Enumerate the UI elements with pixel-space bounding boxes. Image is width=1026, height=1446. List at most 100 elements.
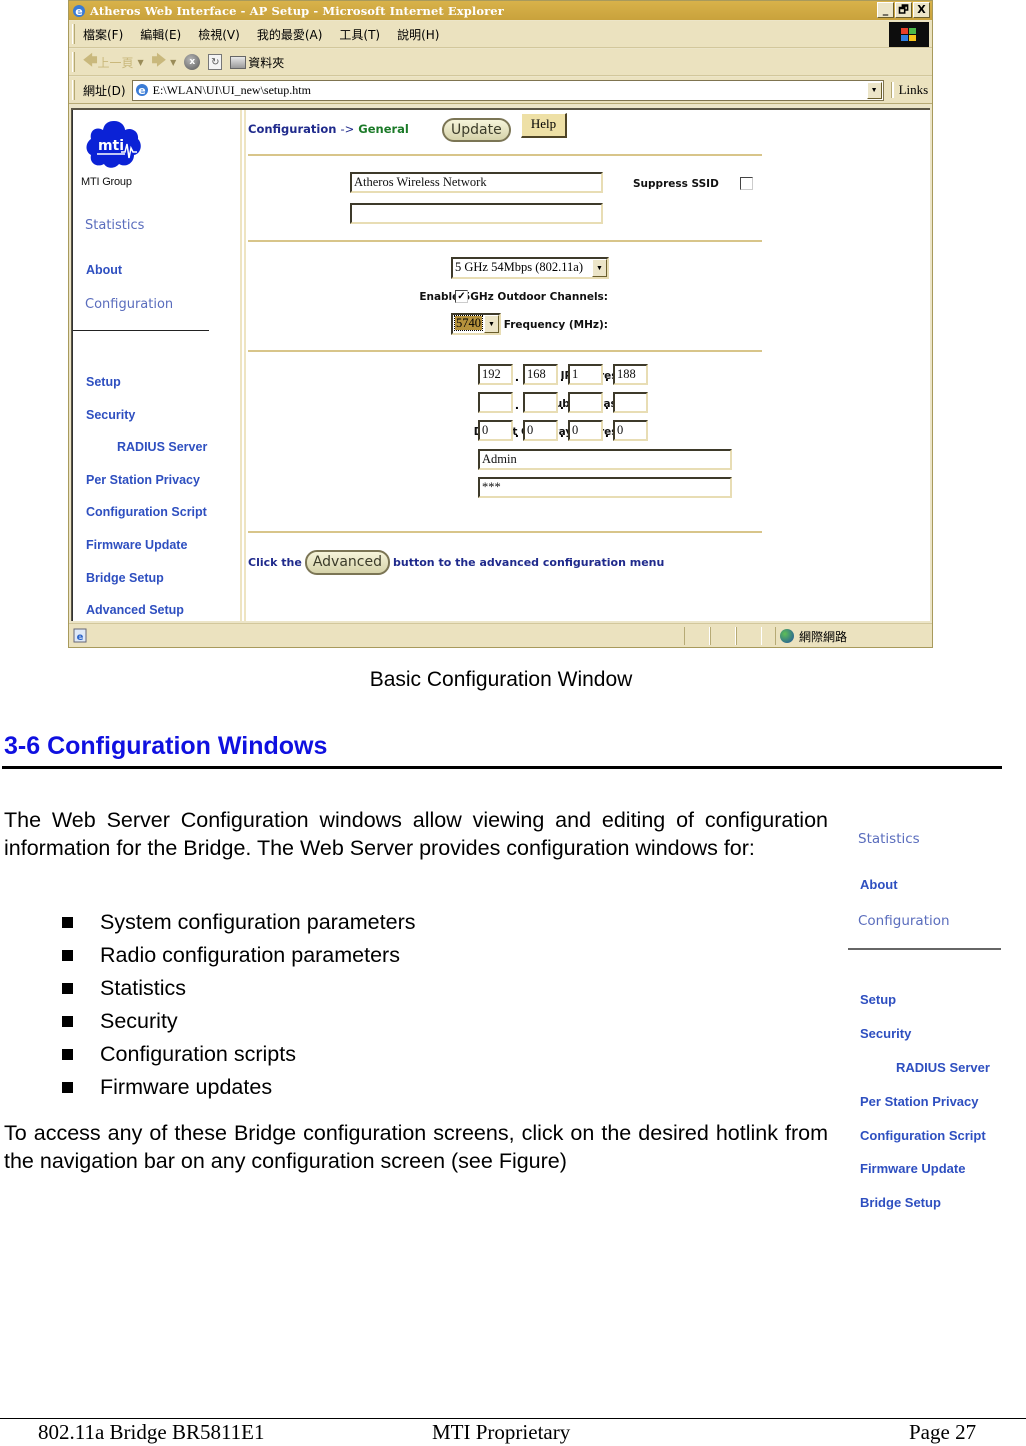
menu-file[interactable]: 檔案(F) [83, 26, 123, 43]
system-name-input[interactable] [350, 203, 603, 224]
folders-button[interactable]: 資料夾 [230, 54, 284, 71]
nav-advanced-setup[interactable]: Advanced Setup [86, 603, 184, 617]
suppress-ssid-checkbox[interactable] [740, 177, 753, 190]
nav-configuration-script[interactable]: Configuration Script [86, 505, 207, 519]
password-input[interactable]: *** [478, 477, 732, 498]
section-divider [248, 350, 762, 352]
gateway-octet-3[interactable]: 0 [568, 420, 603, 441]
menu-bar: 檔案(F) 編輯(E) 檢視(V) 我的最愛(A) 工具(T) 說明(H) [69, 21, 932, 48]
ssid-input[interactable]: Atheros Wireless Network [350, 172, 603, 193]
window-title: Atheros Web Interface - AP Setup - Micro… [90, 3, 504, 18]
radio-frequency-select[interactable]: 5740 ▼ [451, 313, 501, 335]
folders-label: 資料夾 [248, 55, 285, 70]
help-button[interactable]: Help [521, 113, 567, 138]
toolbar-grip[interactable] [72, 52, 75, 72]
list-item: Statistics [62, 972, 415, 1005]
nav-bar-figure: Statistics About Configuration Setup Sec… [848, 820, 1008, 1230]
advanced-hint-suffix: button to the advanced configuration men… [393, 556, 665, 569]
figure-caption: Basic Configuration Window [369, 668, 633, 691]
page-viewport: mti MTI Group Statistics About Configura… [71, 108, 930, 621]
square-bullet-icon [62, 1049, 73, 1060]
menu-favorites[interactable]: 我的最愛(A) [257, 26, 323, 43]
nav-setup[interactable]: Setup [86, 375, 121, 389]
status-panel [736, 627, 762, 645]
nav-per-station-privacy[interactable]: Per Station Privacy [86, 473, 200, 487]
subnet-octet-1[interactable] [478, 392, 513, 413]
mti-logo-icon: mti [86, 121, 141, 168]
nav-bridge-setup[interactable]: Bridge Setup [86, 571, 164, 585]
figure-nav-about: About [860, 877, 898, 892]
dropdown-arrow-icon[interactable]: ▼ [170, 58, 176, 67]
forward-button[interactable]: 🡆 ▼ [152, 50, 177, 74]
close-button[interactable]: X [913, 2, 930, 18]
username-input[interactable]: Admin [478, 449, 732, 470]
subnet-octet-4[interactable] [613, 392, 648, 413]
security-zone: 網際網路 [775, 627, 847, 645]
ip-octet-1[interactable]: 192 [478, 364, 513, 385]
gateway-octet-4[interactable]: 0 [613, 420, 648, 441]
dropdown-arrow-icon[interactable]: ▼ [137, 58, 143, 67]
address-dropdown-icon[interactable]: ▼ [866, 81, 882, 99]
ie-icon: e [73, 4, 85, 18]
list-item-text: Configuration scripts [100, 1042, 296, 1066]
list-item: Security [62, 1005, 415, 1038]
feature-list: System configuration parameters Radio co… [62, 906, 415, 1104]
nav-security[interactable]: Security [86, 408, 135, 422]
figure-nav-radius-server: RADIUS Server [896, 1060, 990, 1075]
square-bullet-icon [62, 950, 73, 961]
outro-paragraph: To access any of these Bridge configurat… [4, 1121, 828, 1173]
wireless-mode-select[interactable]: 5 GHz 54Mbps (802.11a) ▼ [451, 257, 609, 279]
advanced-button[interactable]: Advanced [304, 550, 390, 575]
stop-button[interactable]: x [184, 54, 201, 70]
ip-octet-3[interactable]: 1 [568, 364, 603, 385]
list-item: System configuration parameters [62, 906, 415, 939]
nav-statistics[interactable]: Statistics [85, 218, 144, 233]
octet-separator: . [515, 368, 519, 384]
subnet-octet-3[interactable] [568, 392, 603, 413]
section-heading: 3-6 Configuration Windows [4, 732, 328, 760]
gateway-octet-1[interactable]: 0 [478, 420, 513, 441]
menu-view[interactable]: 檢視(V) [198, 26, 240, 43]
nav-configuration[interactable]: Configuration [85, 297, 173, 312]
footer-rule [0, 1418, 1026, 1419]
list-item: Firmware updates [62, 1071, 415, 1104]
nav-radius-server[interactable]: RADIUS Server [117, 440, 207, 454]
toolbar-grip[interactable] [72, 80, 75, 100]
nav-firmware-update[interactable]: Firmware Update [86, 538, 187, 552]
menu-tools[interactable]: 工具(T) [339, 26, 380, 43]
dropdown-arrow-icon[interactable]: ▼ [484, 315, 499, 333]
footer-product: 802.11a Bridge BR5811E1 [38, 1420, 265, 1444]
update-button[interactable]: Update [442, 118, 511, 142]
intro-paragraph: The Web Server Configuration windows all… [4, 808, 828, 860]
back-button[interactable]: 🡄 上一頁 ▼ [83, 50, 144, 74]
dropdown-arrow-icon[interactable]: ▼ [592, 259, 607, 277]
breadcrumb-root[interactable]: Configuration [248, 122, 336, 136]
menu-help[interactable]: 說明(H) [397, 26, 439, 43]
ip-octet-4[interactable]: 188 [613, 364, 648, 385]
nav-about[interactable]: About [86, 263, 122, 277]
nav-frame: mti MTI Group Statistics About Configura… [72, 110, 242, 621]
list-item-text: System configuration parameters [100, 910, 416, 934]
radio-frequency-value: 5740 [454, 315, 483, 331]
restore-button[interactable]: 🗗 [895, 2, 912, 18]
breadcrumb-arrow: -> [340, 122, 355, 136]
figure-nav-statistics: Statistics [858, 831, 920, 847]
list-item-text: Radio configuration parameters [100, 943, 400, 967]
address-input[interactable]: e E:\WLAN\UI\UI_new\setup.htm ▼ [131, 79, 884, 101]
links-button[interactable]: Links [891, 82, 928, 98]
status-panel [710, 627, 736, 645]
figure-nav-configuration: Configuration [858, 913, 950, 929]
refresh-button[interactable]: ↻ [208, 54, 223, 70]
outdoor-channels-checkbox[interactable]: ✓ [455, 290, 468, 303]
subnet-octet-2[interactable] [523, 392, 558, 413]
minimize-button[interactable]: _ [877, 2, 894, 18]
menu-edit[interactable]: 編輯(E) [140, 26, 181, 43]
svg-text:mti: mti [98, 138, 124, 154]
footer-page-number: Page 27 [909, 1420, 977, 1444]
svg-text:e: e [77, 632, 84, 643]
svg-text:e: e [138, 84, 145, 97]
toolbar-grip[interactable] [72, 24, 75, 44]
ip-octet-2[interactable]: 168 [523, 364, 558, 385]
gateway-octet-2[interactable]: 0 [523, 420, 558, 441]
advanced-hint: Click the Advanced button to the advance… [248, 550, 664, 575]
